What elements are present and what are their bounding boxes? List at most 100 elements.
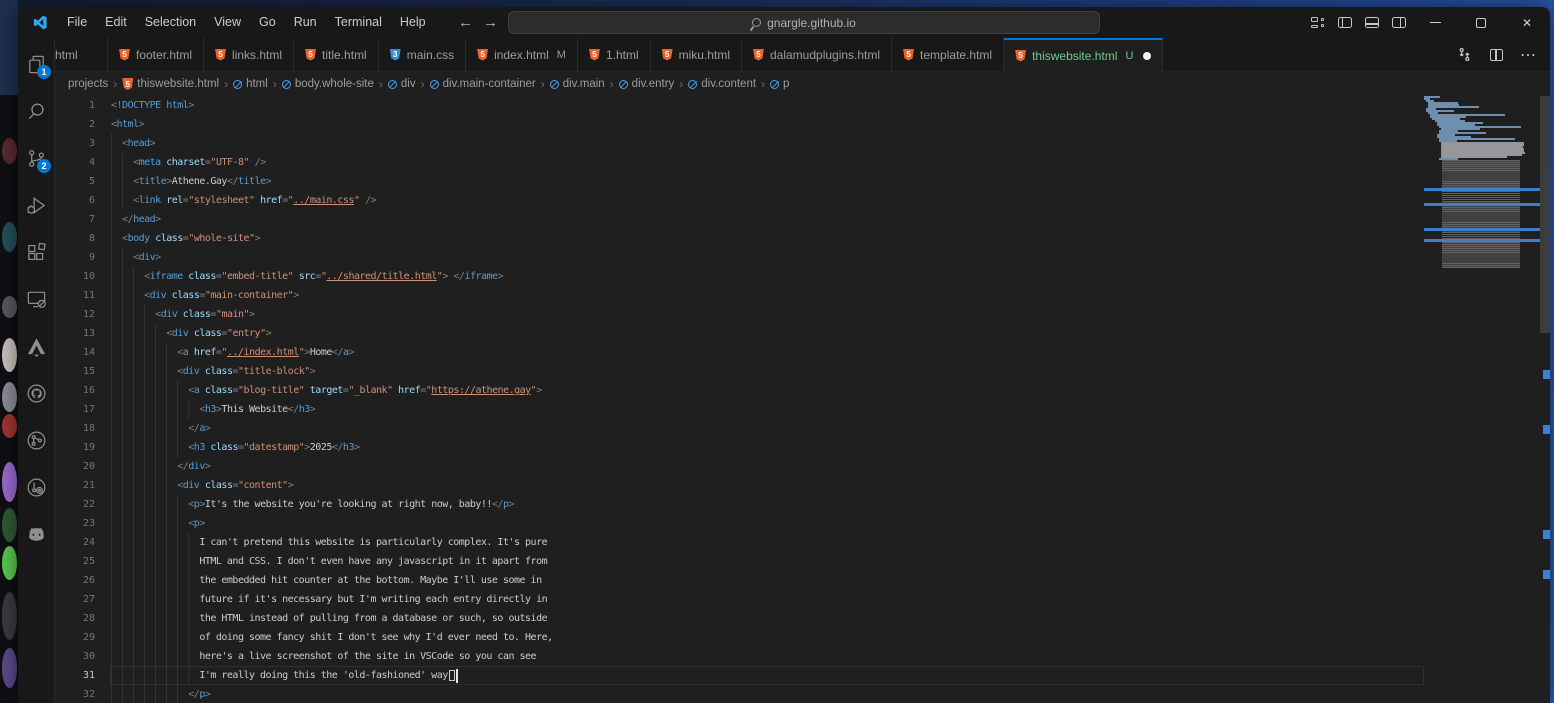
code-line-20[interactable]: 20 </div> [55,457,1424,476]
line-content[interactable]: here's a live screenshot of the site in … [110,647,1424,666]
line-number[interactable]: 25 [55,552,95,571]
code-line-25[interactable]: 25 HTML and CSS. I don't even have any ja… [55,552,1424,571]
breadcrumb-item[interactable]: projects [68,78,108,90]
code-line-27[interactable]: 27 future if it's necessary but I'm writi… [55,590,1424,609]
line-number[interactable]: 14 [55,343,95,362]
code-line-31[interactable]: 31I'm really doing this the 'old-fashion… [55,666,1424,685]
code-line-23[interactable]: 23 <p> [55,514,1424,533]
line-content[interactable]: of doing some fancy shit I don't see why… [110,628,1424,647]
line-content[interactable]: </head> [110,210,1424,229]
code-line-10[interactable]: 10 <iframe class="embed-title" src="../sh… [55,267,1424,286]
line-number[interactable]: 9 [55,248,95,267]
line-content[interactable]: <link rel="stylesheet" href="../main.css… [110,191,1424,210]
command-center-search[interactable]: gnargle.github.io [508,11,1100,34]
tab-index.html[interactable]: 5index.htmlM [466,38,578,71]
more-actions-icon[interactable]: ⋯ [1516,43,1540,67]
code-editor[interactable]: 1<!DOCTYPE html>2<html>3<head>4<meta cha… [55,96,1424,703]
code-line-9[interactable]: 9<div> [55,248,1424,267]
line-number[interactable]: 5 [55,172,95,191]
line-content[interactable]: </div> [110,457,1424,476]
minimize-button[interactable] [1412,7,1458,38]
back-arrow-icon[interactable]: ← [458,14,473,31]
code-line-17[interactable]: 17 <h3>This Website</h3> [55,400,1424,419]
code-line-2[interactable]: 2<html> [55,115,1424,134]
line-number[interactable]: 22 [55,495,95,514]
line-number[interactable]: 7 [55,210,95,229]
a-extension-icon[interactable] [20,329,52,363]
line-content[interactable]: <h3>This Website</h3> [110,400,1424,419]
code-line-24[interactable]: 24I can't pretend this website is partic… [55,533,1424,552]
line-number[interactable]: 17 [55,400,95,419]
run-debug-icon[interactable] [20,188,52,222]
menu-file[interactable]: File [58,7,96,38]
line-number[interactable]: 2 [55,115,95,134]
line-number[interactable]: 4 [55,153,95,172]
line-content[interactable]: future if it's necessary but I'm writing… [110,590,1424,609]
line-number[interactable]: 20 [55,457,95,476]
line-content[interactable]: <p> [110,514,1424,533]
line-number[interactable]: 31 [55,666,95,685]
git-graph-icon[interactable] [20,423,52,457]
code-line-12[interactable]: 12 <div class="main"> [55,305,1424,324]
open-changes-icon[interactable] [1452,43,1476,67]
tab-html[interactable]: html [55,38,108,71]
line-content[interactable]: HTML and CSS. I don't even have any java… [110,552,1424,571]
breadcrumb-item[interactable]: html [233,78,268,90]
line-number[interactable]: 6 [55,191,95,210]
code-line-11[interactable]: 11<div class="main-container"> [55,286,1424,305]
line-number[interactable]: 27 [55,590,95,609]
line-number[interactable]: 8 [55,229,95,248]
breadcrumb-item[interactable]: div.main [550,78,605,90]
toggle-primary-sidebar-icon[interactable] [1331,7,1358,38]
line-number[interactable]: 21 [55,476,95,495]
split-editor-icon[interactable] [1484,43,1508,67]
line-content[interactable]: the HTML instead of pulling from a datab… [110,609,1424,628]
breadcrumb-item[interactable]: div.entry [619,78,675,90]
code-line-15[interactable]: 15 <div class="title-block"> [55,362,1424,381]
line-content[interactable]: <h3 class="datestamp">2025</h3> [110,438,1424,457]
code-line-29[interactable]: 29of doing some fancy shit I don't see w… [55,628,1424,647]
line-content[interactable]: <meta charset="UTF-8" /> [110,153,1424,172]
line-content[interactable]: I can't pretend this website is particul… [110,533,1424,552]
menu-edit[interactable]: Edit [96,7,136,38]
tab-template.html[interactable]: 5template.html [892,38,1004,71]
line-content[interactable]: <div class="title-block"> [110,362,1424,381]
line-number[interactable]: 26 [55,571,95,590]
line-content[interactable]: <head> [110,134,1424,153]
explorer-icon[interactable]: 1 [20,47,52,81]
source-control-icon[interactable]: 2 [20,141,52,175]
line-number[interactable]: 16 [55,381,95,400]
menu-view[interactable]: View [205,7,250,38]
line-number[interactable]: 30 [55,647,95,666]
line-number[interactable]: 15 [55,362,95,381]
menu-terminal[interactable]: Terminal [326,7,391,38]
maximize-button[interactable] [1458,7,1504,38]
line-number[interactable]: 12 [55,305,95,324]
line-content[interactable]: <title>Athene.Gay</title> [110,172,1424,191]
line-number[interactable]: 32 [55,685,95,703]
line-number[interactable]: 28 [55,609,95,628]
code-line-13[interactable]: 13<div class="entry"> [55,324,1424,343]
menu-go[interactable]: Go [250,7,285,38]
tab-main.css[interactable]: 3main.css [379,38,466,71]
code-line-19[interactable]: 19<h3 class="datestamp">2025</h3> [55,438,1424,457]
tab-title.html[interactable]: 5title.html [294,38,379,71]
code-line-32[interactable]: 32</p> [55,685,1424,703]
remote-explorer-icon[interactable] [20,282,52,316]
line-number[interactable]: 10 [55,267,95,286]
menu-selection[interactable]: Selection [136,7,205,38]
tab-footer.html[interactable]: 5footer.html [108,38,204,71]
line-number[interactable]: 23 [55,514,95,533]
gitlens-icon[interactable] [20,470,52,504]
line-number[interactable]: 1 [55,96,95,115]
code-line-6[interactable]: 6 <link rel="stylesheet" href="../main.cs… [55,191,1424,210]
code-line-5[interactable]: 5 <title>Athene.Gay</title> [55,172,1424,191]
line-content[interactable]: <div class="main"> [110,305,1424,324]
code-line-26[interactable]: 26the embedded hit counter at the bottom… [55,571,1424,590]
github-icon[interactable] [20,376,52,410]
code-line-30[interactable]: 30 here's a live screenshot of the site i… [55,647,1424,666]
code-line-28[interactable]: 28 the HTML instead of pulling from a dat… [55,609,1424,628]
breadcrumb-item[interactable]: p [770,78,789,90]
line-content[interactable]: <iframe class="embed-title" src="../shar… [110,267,1424,286]
unsaved-dot-icon[interactable] [1143,52,1151,60]
